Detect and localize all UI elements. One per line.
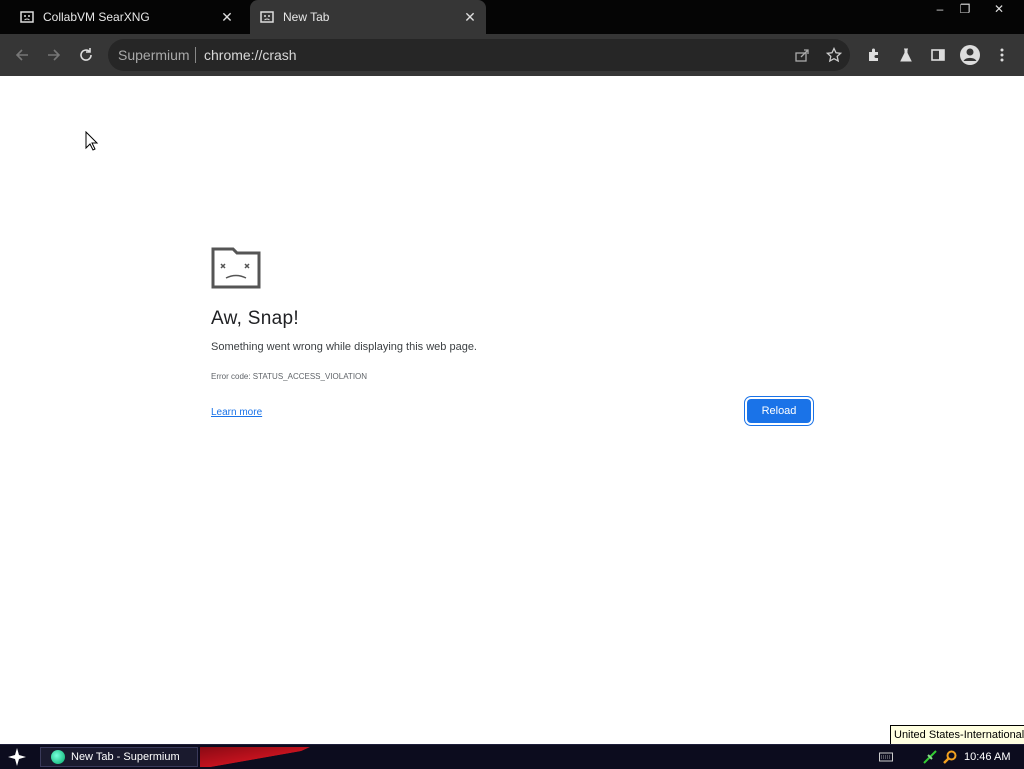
sad-tab-icon [20,11,34,23]
system-clock[interactable]: 10:46 AM [964,745,1010,769]
taskbar-flag-decoration [200,747,310,767]
taskbar: New Tab - Supermium 10:46 AM [0,744,1024,769]
taskbar-item-label: New Tab - Supermium [71,751,180,763]
bookmark-star-icon[interactable] [822,43,846,67]
error-headline: Aw, Snap! [211,308,299,329]
share-icon[interactable] [790,43,814,67]
omnibox-url[interactable]: chrome://crash [204,39,297,71]
supermium-app-icon [51,750,65,764]
tab-title: New Tab [283,10,330,24]
tab-title: CollabVM SearXNG [43,10,150,24]
keyboard-icon[interactable] [878,749,894,765]
taskbar-item-supermium[interactable]: New Tab - Supermium [40,747,198,767]
close-tab-icon[interactable]: ✕ [462,9,478,25]
restore-button[interactable]: ❐ [952,0,978,18]
reload-button[interactable]: Reload [747,399,811,423]
search-magnifier-icon[interactable] [942,749,958,765]
labs-flask-icon[interactable] [894,43,918,67]
back-icon[interactable] [10,43,34,67]
tab-strip: CollabVM SearXNG ✕ New Tab ✕ – ❐ ✕ [0,0,1024,34]
address-bar[interactable]: Supermium chrome://crash [108,39,850,71]
error-code: Error code: STATUS_ACCESS_VIOLATION [211,372,368,381]
learn-more-link[interactable]: Learn more [211,407,262,418]
network-icon[interactable] [922,749,938,765]
start-star-icon[interactable] [6,746,28,768]
minimize-button[interactable]: – [927,0,953,18]
tab-new-tab[interactable]: New Tab ✕ [250,0,486,34]
browser-toolbar: Supermium chrome://crash [0,34,1024,76]
close-window-button[interactable]: ✕ [986,0,1012,18]
side-panel-icon[interactable] [926,43,950,67]
extensions-icon[interactable] [862,43,886,67]
menu-kebab-icon[interactable] [990,43,1014,67]
keyboard-layout-tooltip: United States-International [890,725,1024,745]
forward-icon[interactable] [42,43,66,67]
sad-tab-icon [260,11,274,23]
omnibox-divider [195,47,196,63]
close-tab-icon[interactable]: ✕ [219,9,235,25]
sad-folder-icon [211,247,261,294]
reload-icon[interactable] [74,43,98,67]
mouse-pointer-icon [85,130,99,156]
error-description: Something went wrong while displaying th… [211,341,477,353]
tab-collabvm-searxng[interactable]: CollabVM SearXNG ✕ [0,0,243,34]
profile-avatar-icon[interactable] [958,43,982,67]
omnibox-chip-label: Supermium [118,47,190,63]
